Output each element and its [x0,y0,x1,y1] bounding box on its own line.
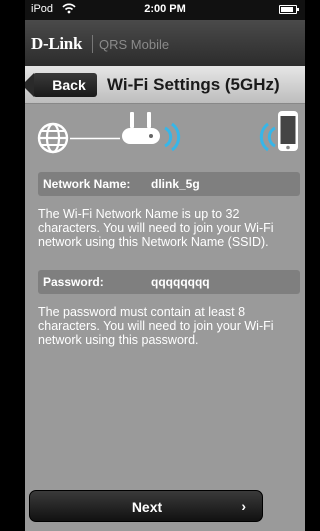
brand-divider [92,35,93,53]
phone-signal-icon [259,122,276,152]
status-time: 2:00 PM [144,3,186,15]
password-help-text: The password must contain at least 8 cha… [38,305,274,347]
router-icon [122,112,160,144]
wireless-signal-icon [164,122,181,152]
password-label: Password: [43,275,104,289]
app-name: QRS Mobile [99,37,170,52]
app-screen: iPod 2:00 PM D-Link QRS Mobile Back Wi-F… [25,0,305,531]
password-input[interactable]: qqqqqqqq [151,275,210,289]
status-bar: iPod 2:00 PM [25,0,305,20]
brand-header: D-Link QRS Mobile [25,20,305,66]
navigation-bar: Back Wi-Fi Settings (5GHz) [25,66,305,104]
next-label: Next [131,499,163,515]
chevron-right-icon: › [241,498,246,514]
globe-icon [37,122,69,154]
network-name-input[interactable]: dlink_5g [151,177,200,191]
back-button[interactable]: Back [25,73,97,97]
battery-icon [279,5,299,14]
network-name-field[interactable]: Network Name: dlink_5g [38,172,300,196]
network-name-label: Network Name: [43,177,131,191]
dlink-logo: D-Link [31,34,83,53]
password-field[interactable]: Password: qqqqqqqq [38,270,300,294]
page-title: Wi-Fi Settings (5GHz) [107,75,280,94]
connection-diagram [25,110,305,162]
network-name-help-text: The Wi-Fi Network Name is up to 32 chara… [38,207,274,249]
smartphone-icon [278,111,298,151]
next-button[interactable]: Next › [29,490,263,522]
connection-line [70,137,120,140]
